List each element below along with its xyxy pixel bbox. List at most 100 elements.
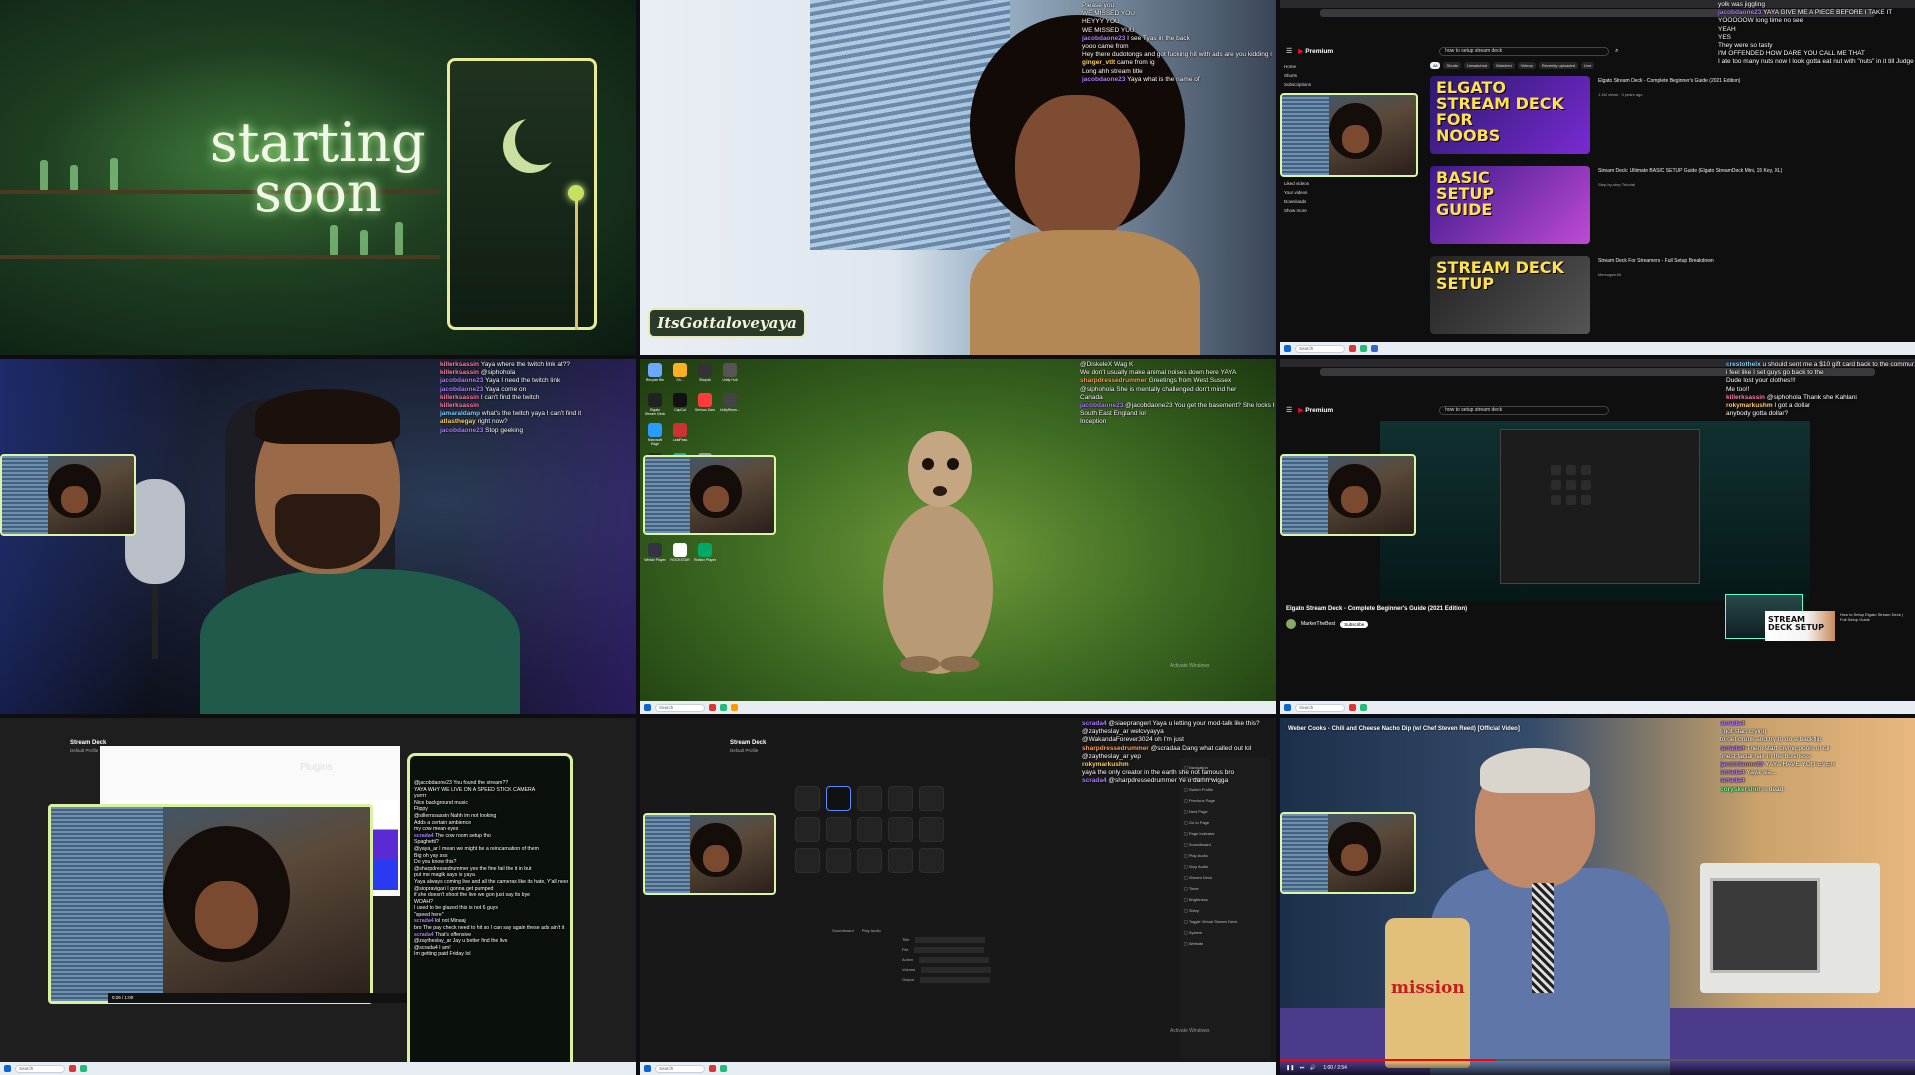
action-item[interactable]: ▢ Timer — [1184, 883, 1266, 894]
app-icon[interactable] — [709, 1065, 716, 1072]
result-title[interactable]: Stream Deck: Ultimate BASIC SETUP Guide … — [1598, 168, 1908, 174]
volume-icon[interactable]: 🔊 — [1310, 1065, 1316, 1071]
result-thumbnail[interactable]: STREAM DECK SETUP — [1430, 256, 1590, 334]
start-icon[interactable] — [644, 704, 651, 711]
youtube-logo[interactable]: Premium — [1298, 406, 1333, 414]
deck-key[interactable] — [919, 848, 944, 873]
deck-key[interactable] — [919, 817, 944, 842]
chat-username[interactable]: killerksassin — [440, 402, 479, 409]
search-input[interactable]: how to setup stream deck — [1439, 405, 1610, 415]
chat-username[interactable]: killerksassin — [440, 361, 481, 368]
chat-username[interactable]: scrada4 — [1720, 720, 1745, 727]
action-item[interactable]: ▢ Soundboard — [1184, 839, 1266, 850]
desktop-icon[interactable]: Recycle Bin — [644, 363, 666, 387]
panel-field[interactable] — [919, 957, 990, 963]
avatar[interactable] — [1286, 619, 1296, 629]
search-icon[interactable]: ⌕ — [1615, 48, 1618, 55]
app-icon[interactable] — [69, 1065, 76, 1072]
start-icon[interactable] — [1284, 345, 1291, 352]
related-thumbnail[interactable]: STREAM DECK SETUP — [1765, 611, 1835, 641]
desktop-icon[interactable]: Serious Sam — [694, 393, 716, 417]
next-icon[interactable]: ⏭ — [1300, 1065, 1305, 1071]
chat-username[interactable]: killerksassin — [1726, 394, 1767, 401]
action-item[interactable]: ▢ Next Page — [1184, 806, 1266, 817]
desktop-icon[interactable]: Whiskr Player — [644, 543, 666, 567]
action-item[interactable]: ▢ Website — [1184, 938, 1266, 949]
chat-username[interactable]: rokymarkushm — [1726, 402, 1774, 409]
chat-username[interactable]: jacobdaone23 — [440, 377, 485, 384]
desktop-icon[interactable]: Elgato Stream Deck — [644, 393, 666, 417]
action-item[interactable]: ▢ Previous Page — [1184, 795, 1266, 806]
profile-select[interactable]: Default Profile — [730, 748, 758, 753]
taskbar-search[interactable]: Search — [655, 703, 705, 712]
app-icon[interactable] — [709, 704, 716, 711]
filter-chip[interactable]: All — [1430, 62, 1441, 69]
chat-username[interactable]: scrada4 — [1720, 777, 1745, 784]
action-item[interactable]: ▢ Switch Profile — [1184, 784, 1266, 795]
taskbar-search[interactable]: Search — [15, 1064, 65, 1073]
deck-key[interactable] — [888, 848, 913, 873]
result-title[interactable]: Elgato Stream Deck - Complete Beginner's… — [1598, 78, 1908, 84]
app-icon[interactable] — [720, 704, 727, 711]
chat-username[interactable]: ginger_vtlt — [1082, 59, 1117, 66]
menu-icon[interactable]: ☰ — [1286, 47, 1292, 55]
result-thumbnail[interactable]: ELGATO STREAM DECK FOR NOOBS — [1430, 76, 1590, 154]
sidebar-item[interactable]: Liked videos — [1284, 179, 1344, 188]
result-thumbnail[interactable]: BASIC SETUP GUIDE — [1430, 166, 1590, 244]
action-item[interactable]: ▢ Go to Page — [1184, 817, 1266, 828]
chat-username[interactable]: jamaraldamp — [440, 410, 482, 417]
desktop-icon[interactable]: ROCKSTAR — [669, 543, 691, 567]
deck-key[interactable] — [857, 848, 882, 873]
taskbar-search[interactable]: Search — [655, 1064, 705, 1073]
chat-username[interactable]: jacobdaone23 — [440, 427, 485, 434]
chat-username[interactable]: sharpdressedrummer — [1080, 377, 1149, 384]
taskbar-search[interactable]: Search — [1295, 703, 1345, 712]
app-icon[interactable] — [1371, 345, 1378, 352]
filter-chip[interactable]: Videos — [1517, 62, 1536, 69]
chat-username[interactable]: crestothelx — [1726, 361, 1763, 368]
chat-username[interactable]: jacobdaone23 — [1720, 761, 1765, 768]
menu-icon[interactable]: ☰ — [1286, 406, 1292, 414]
youtube-logo[interactable]: Premium — [1298, 47, 1333, 55]
chat-username[interactable]: jacobdaone23 — [1718, 9, 1763, 16]
action-item[interactable]: ▢ Play Audio — [1184, 850, 1266, 861]
panel-field[interactable] — [921, 967, 992, 973]
deck-key[interactable] — [795, 817, 820, 842]
chat-username[interactable]: scrada4 — [1082, 720, 1108, 727]
chat-username[interactable]: scrada4 — [414, 918, 435, 924]
app-icon[interactable] — [1349, 345, 1356, 352]
deck-key[interactable] — [795, 786, 820, 811]
chat-username[interactable]: jacobdaone23 — [1082, 35, 1127, 42]
action-item[interactable]: ▢ Page Indicator — [1184, 828, 1266, 839]
app-icon[interactable] — [720, 1065, 727, 1072]
app-icon[interactable] — [1360, 704, 1367, 711]
taskbar-search[interactable]: Search — [1295, 344, 1345, 353]
desktop-icon[interactable]: Sh... — [669, 363, 691, 387]
desktop-icon[interactable]: CapCut — [669, 393, 691, 417]
action-item[interactable]: ▢ Stop Audio — [1184, 861, 1266, 872]
sidebar-item[interactable]: Shorts — [1284, 71, 1344, 80]
chat-username[interactable]: scrada4 — [1720, 745, 1746, 752]
deck-key[interactable] — [826, 786, 851, 811]
chat-username[interactable]: jacobdaone23 — [1080, 402, 1125, 409]
action-item[interactable]: ▢ System — [1184, 927, 1266, 938]
start-icon[interactable] — [4, 1065, 11, 1072]
deck-key[interactable] — [826, 848, 851, 873]
start-icon[interactable] — [1284, 704, 1291, 711]
app-icon[interactable] — [80, 1065, 87, 1072]
filter-chip[interactable]: Recently uploaded — [1538, 62, 1578, 69]
deck-key[interactable] — [795, 848, 820, 873]
start-icon[interactable] — [644, 1065, 651, 1072]
player-time[interactable]: 0:26 / 1:00 — [108, 993, 408, 1003]
sidebar-item[interactable]: Home — [1284, 62, 1344, 71]
chat-username[interactable]: scrada4 — [414, 833, 435, 839]
chat-username[interactable]: jacobdaone23 — [1082, 76, 1127, 83]
deck-key[interactable] — [857, 786, 882, 811]
panel-tab[interactable]: Play Audio — [862, 928, 881, 933]
result-title[interactable]: Stream Deck For Streamers - Full Setup B… — [1598, 258, 1908, 264]
filter-chip[interactable]: Live — [1580, 62, 1595, 69]
desktop-icon[interactable]: LastPass — [669, 423, 691, 447]
deck-key[interactable] — [857, 817, 882, 842]
filter-chip[interactable]: Unwatched — [1464, 62, 1491, 69]
desktop-icon[interactable]: Unity Hub — [719, 363, 741, 387]
